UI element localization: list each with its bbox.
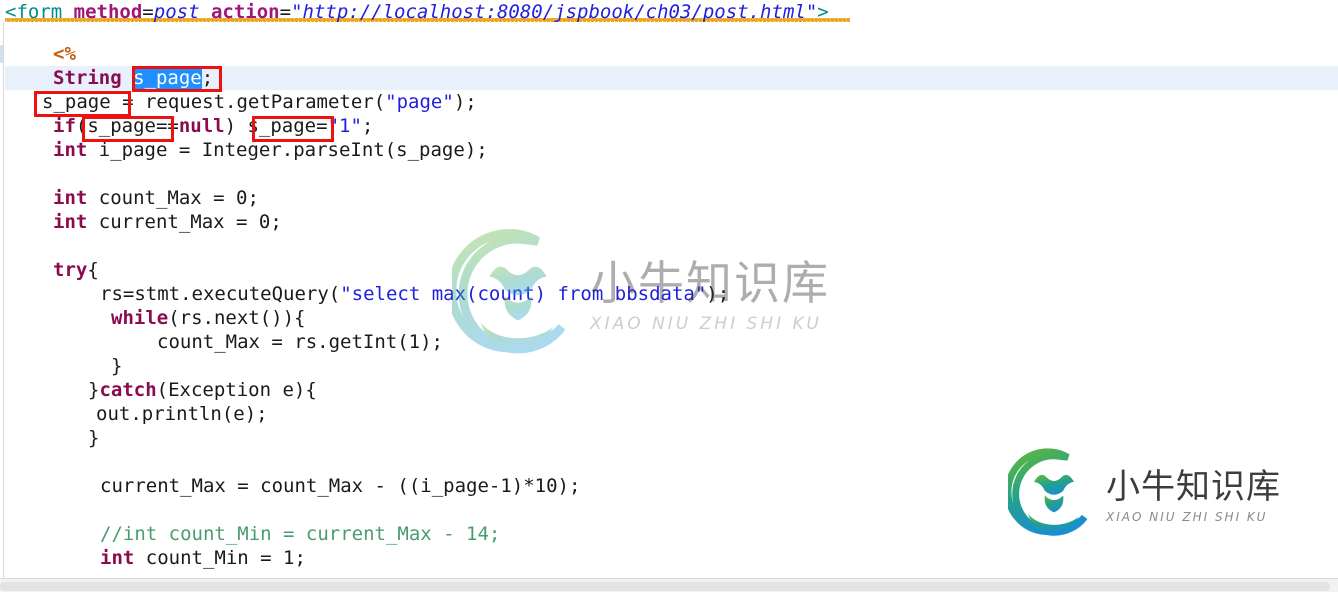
code-token-plain: } [88,427,100,449]
code-token-kw: int [53,187,88,209]
code-line[interactable]: <% [53,42,76,66]
code-token-string: "select max(count) from bbsdata" [340,283,707,305]
code-token-kw: if [53,115,76,137]
code-token-kw: null [178,115,225,137]
code-line[interactable]: out.println(e); [96,402,268,426]
code-line[interactable]: int count_Min = 1; [100,546,306,570]
code-token-plain: ; [201,67,214,89]
code-line[interactable]: s_page = request.getParameter("page"); [42,90,477,114]
code-token-plain: ; [361,115,374,137]
code-line[interactable]: int current_Max = 0; [53,210,282,234]
code-token-plain: (Exception e){ [156,379,317,401]
code-line[interactable]: } [88,426,99,450]
code-token-plain: count_Max = rs.getInt(1); [157,331,443,353]
code-token-plain: ); [453,91,477,113]
code-token-plain: } [88,379,100,401]
code-token-plain: = [279,1,292,23]
code-token-plain: count_Max = 0; [87,187,259,209]
code-token-string: "1" [327,115,362,137]
code-token-plain: current_Max = 0; [87,211,282,233]
code-token-kw: while [111,307,169,329]
code-line[interactable]: } [111,354,122,378]
code-line[interactable]: current_Max = count_Max - ((i_page-1)*10… [100,474,580,498]
code-token-plain: (rs.next()){ [168,307,306,329]
code-line[interactable]: int i_page = Integer.parseInt(s_page); [53,138,488,162]
code-line[interactable]: try{ [53,258,99,282]
code-token-kw: int [53,211,88,233]
code-token-plain: s_page = request.getParameter( [42,91,386,113]
code-token-attrval: "http://localhost:8080/jspbook/ch03/post… [291,1,818,23]
code-token-comment: //int count_Min = current_Max - 14; [100,523,501,545]
code-token-attr: action [210,1,280,23]
code-token-plain: { [87,259,99,281]
code-token-plain: i_page = Integer.parseInt(s_page); [87,139,488,161]
code-token-kw: try [53,259,88,281]
code-token-kw: catch [99,379,157,401]
code-token-plain: = [142,1,154,23]
code-text-layer[interactable]: <form method=post action="http://localho… [0,0,1338,592]
code-token-plain: rs=stmt.executeQuery( [100,283,341,305]
code-line[interactable]: rs=stmt.executeQuery("select max(count) … [100,282,729,306]
code-token-kw: int [53,139,88,161]
code-line[interactable]: if(s_page==null) s_page="1"; [53,114,373,138]
code-token-attrval: post [153,1,200,23]
code-line[interactable]: }catch(Exception e){ [88,378,317,402]
code-token-tag: > [817,1,829,23]
horizontal-scrollbar-thumb[interactable] [0,582,1330,591]
code-token-sel[interactable]: s_page [133,67,202,89]
code-token-kw: String [53,67,134,89]
code-token-plain: } [111,355,123,377]
code-line[interactable]: int count_Max = 0; [53,186,259,210]
code-token-plain: (s_page== [75,115,179,137]
horizontal-scrollbar[interactable] [0,578,1338,592]
code-editor-window: <form method=post action="http://localho… [0,0,1338,592]
code-token-kw: int [100,547,135,569]
code-token-plain: ); [706,283,730,305]
code-line[interactable]: count_Max = rs.getInt(1); [157,330,443,354]
code-line[interactable]: <form method=post action="http://localho… [5,0,829,24]
code-token-jsptag: <% [53,43,76,65]
code-token-string: "page" [385,91,454,113]
code-token-plain: out.println(e); [96,403,268,425]
code-line[interactable]: while(rs.next()){ [111,306,305,330]
code-token-attr: method [73,1,143,23]
code-token-plain: count_Min = 1; [134,547,306,569]
code-token-plain: ) s_page= [224,115,328,137]
code-token-tag: <form [5,1,63,23]
code-line[interactable]: String s_page; [53,66,213,90]
code-token-plain: current_Max = count_Max - ((i_page-1)*10… [100,475,581,497]
code-line[interactable]: //int count_Min = current_Max - 14; [100,522,500,546]
